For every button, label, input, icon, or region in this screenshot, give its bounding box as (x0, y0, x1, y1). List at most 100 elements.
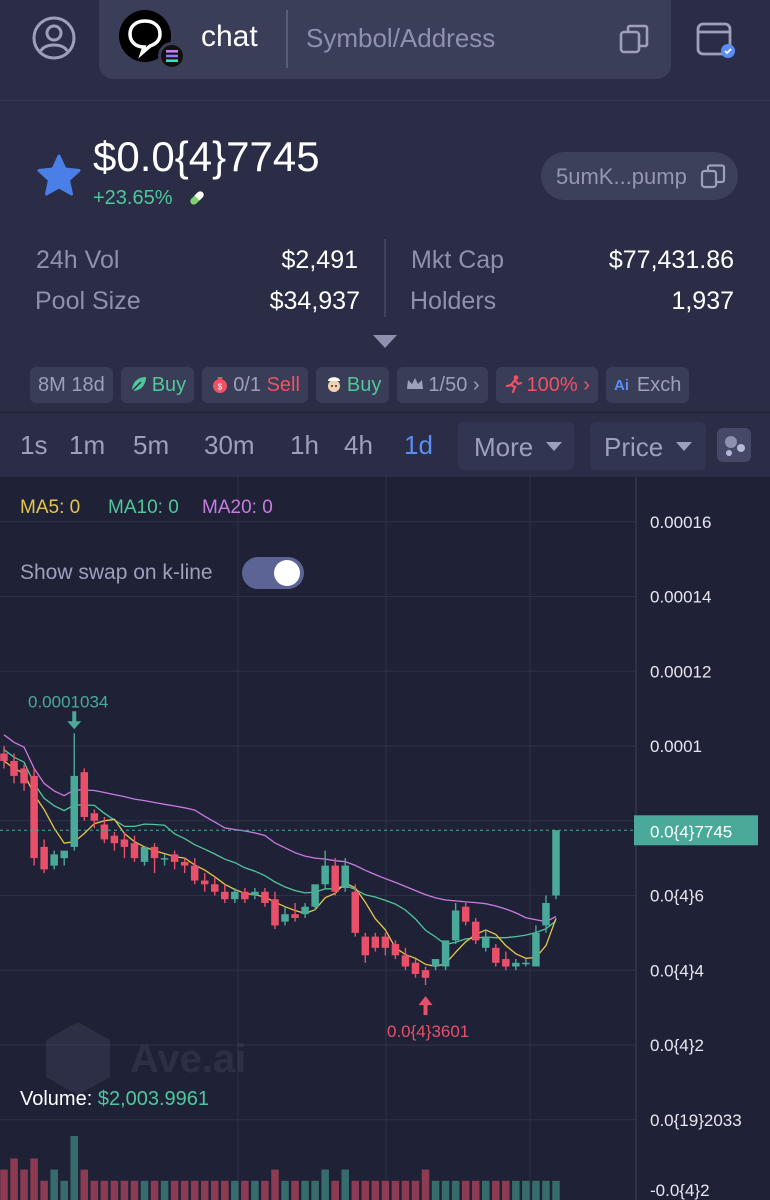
holders-label: Holders (410, 287, 497, 315)
top-holders-tag[interactable]: 1/50 › (397, 367, 488, 403)
tab-30m[interactable]: 30m (204, 430, 255, 461)
profile-icon[interactable] (30, 14, 78, 62)
more-dropdown[interactable]: More (458, 422, 574, 470)
mkt-cap-label: Mkt Cap (411, 246, 505, 274)
y-tick-label: 0.0{4}4 (650, 961, 704, 980)
candle-body (421, 970, 430, 978)
candle-body (391, 944, 400, 956)
candle-body (110, 835, 119, 844)
volume-bar (200, 1180, 209, 1200)
volume-bar (481, 1180, 490, 1200)
tab-1m[interactable]: 1m (69, 430, 105, 461)
volume-bar (351, 1180, 360, 1200)
top-bar: chat (0, 0, 770, 100)
candle-body (371, 936, 380, 948)
chevron-down-icon (676, 442, 692, 451)
price-change: +23.65% (93, 187, 173, 209)
favorite-star-icon[interactable] (36, 153, 82, 199)
volume-bar (140, 1180, 149, 1200)
candle-body (90, 813, 99, 821)
price-dropdown[interactable]: Price (590, 422, 706, 470)
candle-body (10, 760, 18, 776)
smart-buy-tag[interactable]: Buy (120, 367, 195, 403)
volume-bar (120, 1180, 129, 1200)
wallet-icon[interactable] (694, 18, 738, 62)
swap-toggle[interactable] (242, 557, 304, 589)
tab-4h[interactable]: 4h (344, 430, 373, 461)
candle-body (251, 891, 259, 896)
ma20-legend: MA20: 0 (202, 497, 273, 518)
candle-body (80, 772, 89, 818)
dots-icon (725, 436, 745, 456)
tab-1h[interactable]: 1h (290, 430, 319, 461)
candle-body (60, 850, 68, 859)
copy-icon[interactable] (617, 22, 651, 56)
volume-bar (311, 1180, 319, 1200)
candle-body (160, 858, 169, 860)
volume-bar (451, 1180, 460, 1200)
volume-bar (190, 1180, 199, 1200)
copy-address-icon[interactable] (700, 163, 726, 189)
token-symbol: chat (201, 20, 258, 53)
mkt-cap-value: $77,431.86 (608, 246, 734, 274)
volume-bar (50, 1169, 58, 1200)
svg-text:Ai: Ai (614, 377, 629, 394)
candle-body (20, 768, 28, 784)
candle-body (180, 861, 189, 866)
expand-caret-icon[interactable] (373, 335, 397, 349)
tab-1d[interactable]: 1d (404, 430, 433, 461)
candle-body (170, 854, 179, 862)
volume-bar (471, 1180, 480, 1200)
low-arrow-icon (418, 996, 433, 1016)
candle-body (542, 902, 550, 926)
pill-icon (190, 191, 204, 205)
y-tick-label: -0.0{4}2 (650, 1181, 710, 1200)
tab-1s[interactable]: 1s (20, 430, 47, 461)
candle-body (130, 843, 139, 859)
candle-body (200, 880, 209, 885)
candle-body (351, 891, 360, 933)
candle-body (481, 936, 490, 948)
volume-bar (532, 1180, 540, 1200)
candle-body (231, 891, 239, 900)
volume-bar (391, 1180, 400, 1200)
ave-logo-watermark: Ave.ai (46, 1022, 246, 1095)
volume-bar (281, 1180, 289, 1200)
volume-bar (542, 1180, 550, 1200)
volume-bar (341, 1169, 349, 1200)
candle-body (0, 753, 8, 761)
ma5-legend: MA5: 0 (20, 497, 81, 518)
candle-body (341, 865, 349, 889)
exchange-tag[interactable]: Ai Exch (605, 367, 690, 403)
candle-body (492, 947, 500, 963)
volume-bar (20, 1169, 28, 1200)
token-info-panel: $0.0{4}7745 +23.65% 5umK...pump 24h Vol … (0, 100, 770, 412)
candle-body (381, 936, 390, 948)
chart-settings-button[interactable] (717, 428, 751, 462)
candle-body (311, 884, 319, 907)
holders-value: 1,937 (671, 287, 734, 315)
volume-bar (381, 1180, 390, 1200)
buy-sell-tag[interactable]: $0/1 Sell (202, 367, 308, 403)
contract-address: 5umK...pump (556, 164, 687, 189)
volume-bar (331, 1180, 339, 1200)
token-tags: 8M 18d Buy $0/1 Sell Buy 1/50 › 100% › Ai Exch (30, 367, 770, 405)
candle-body (301, 906, 309, 915)
volume-bar (40, 1180, 48, 1200)
candle-body (401, 955, 410, 967)
y-tick-label: 0.0{4}2 (650, 1036, 704, 1055)
volume-bar (411, 1180, 420, 1200)
age-tag[interactable]: 8M 18d (30, 367, 113, 403)
search-input[interactable] (306, 18, 586, 58)
volume-bar (431, 1180, 440, 1200)
candle-body (331, 865, 339, 892)
volume-bar (271, 1169, 279, 1200)
tab-5m[interactable]: 5m (133, 430, 169, 461)
dev-buy-tag[interactable]: Buy (315, 367, 390, 403)
candle-body (281, 914, 289, 922)
volume-bar (60, 1180, 68, 1200)
run-tag[interactable]: 100% › (495, 367, 598, 403)
volume-bar (321, 1169, 329, 1200)
current-price-label: 0.0{4}7745 (650, 822, 732, 841)
candle-body (291, 914, 299, 918)
